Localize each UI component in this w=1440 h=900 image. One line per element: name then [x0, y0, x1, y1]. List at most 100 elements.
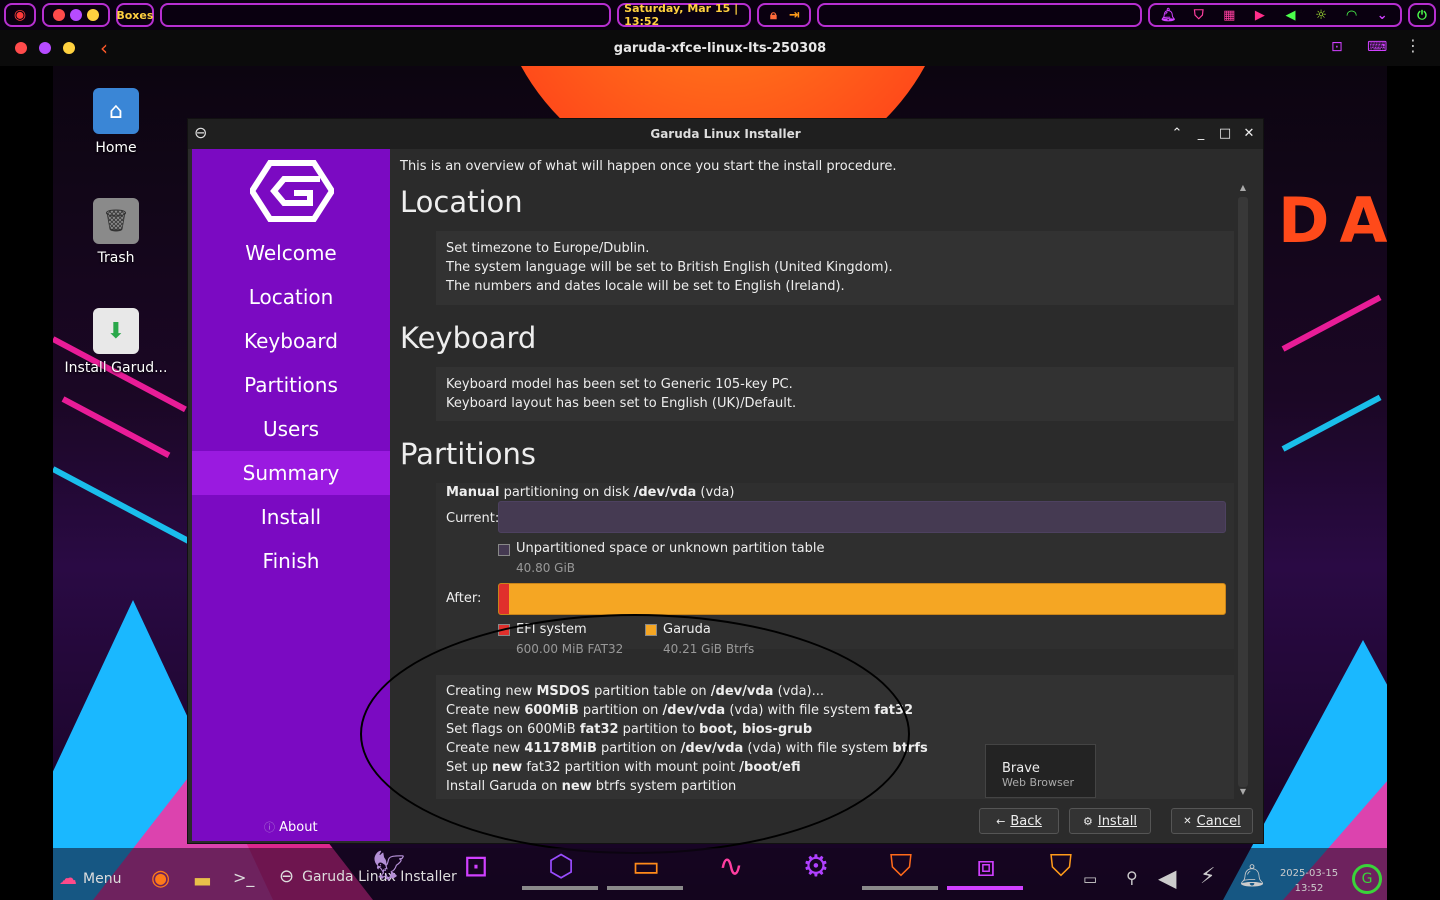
volume-tray-icon[interactable]: ◀	[1158, 864, 1176, 892]
efi-segment	[499, 584, 510, 614]
menu-label: Menu	[83, 870, 122, 887]
home-folder-icon: ⌂	[93, 88, 139, 134]
screenshot-icon[interactable]: ⊡	[1331, 39, 1343, 55]
about-button[interactable]: ⓘ About	[264, 819, 318, 835]
gear-icon: ⚙	[1082, 814, 1093, 828]
lock-icon[interactable]: 🔒︎	[765, 7, 781, 23]
terminal-small-icon[interactable]: >_	[233, 868, 254, 887]
kebab-menu-icon[interactable]: ⋮	[1405, 36, 1421, 55]
operation-line: Set up new fat32 partition with mount po…	[446, 760, 801, 775]
close-icon: ✕	[1183, 815, 1192, 827]
operation-line: Creating new MSDOS partition table on /d…	[446, 684, 825, 699]
guest-clock[interactable]: 2025-03-15 13:52	[1276, 866, 1342, 896]
garuda-logo-icon	[250, 160, 334, 222]
legend-unpartitioned-name: Unpartitioned space or unknown partition…	[516, 541, 825, 556]
maximize-dot-icon[interactable]	[86, 9, 99, 21]
garuda-logo-icon: ◉	[13, 7, 27, 23]
logout-icon[interactable]: ⇥	[786, 7, 802, 23]
window-list-icon[interactable]: ▭	[1083, 870, 1097, 888]
boxes-dock-icon[interactable]: ⧈	[963, 843, 1009, 889]
step-partitions: Partitions	[244, 373, 338, 397]
garuda-menu-icon: ☁	[59, 868, 77, 889]
settings-dock-icon[interactable]: ⚙	[793, 843, 839, 889]
activity-monitor-dock-icon[interactable]: ∿	[708, 843, 754, 889]
minimize-dot-icon[interactable]	[69, 9, 82, 21]
after-partition-bar	[498, 583, 1226, 615]
tooltip-title: Brave	[1002, 761, 1040, 776]
scroll-up-icon[interactable]: ▲	[1236, 183, 1250, 192]
wallpaper-stripe	[1281, 294, 1382, 352]
step-location: Location	[248, 285, 334, 309]
wifi-icon[interactable]: ◠	[1344, 7, 1360, 23]
section-heading-partitions: Partitions	[400, 437, 536, 471]
keyboard-icon[interactable]: ⌨	[1367, 39, 1387, 55]
keyboard-summary-box: Keyboard model has been set to Generic 1…	[436, 367, 1234, 421]
eagle-dock-icon[interactable]: 🦅︎	[366, 843, 412, 889]
brave-dock-icon[interactable]: ⛉	[878, 843, 924, 889]
volume-icon[interactable]: ◀	[1282, 7, 1298, 23]
vm-title: garuda-xfce-linux-lts-250308	[613, 40, 827, 56]
summary-scrollbar[interactable]: ▲ ▼	[1236, 183, 1250, 799]
folder-dock-icon[interactable]: ▭	[623, 843, 669, 889]
installer-titlebar[interactable]: ⊖ Garuda Linux Installer ⌃ _ □ ✕	[188, 119, 1263, 149]
scrollbar-thumb[interactable]	[1238, 197, 1248, 787]
wallpaper-stripe	[1281, 394, 1382, 452]
power-button[interactable]: ⏻	[1408, 3, 1437, 27]
desktop-icon-label: Home	[95, 140, 137, 156]
notifications-tray-icon[interactable]: 🔔︎	[1238, 864, 1266, 889]
brave-alt-dock-icon[interactable]: ⛉	[1038, 843, 1084, 889]
about-label: About	[279, 820, 318, 835]
trash-icon: 🗑︎	[93, 198, 139, 244]
summary-intro: This is an overview of what will happen …	[400, 159, 897, 174]
host-clock[interactable]: Saturday, Mar 15 | 13:52	[617, 2, 751, 28]
boxes-titlebar: ‹ garuda-xfce-linux-lts-250308 ⊡ ⌨ ⋮	[0, 30, 1440, 66]
brightness-icon[interactable]: ☼	[1313, 7, 1329, 23]
desktop-icon-home[interactable]: ⌂ Home	[61, 88, 171, 156]
desktop-icon-trash[interactable]: 🗑︎ Trash	[61, 198, 171, 266]
operation-line: Create new 41178MiB partition on /dev/vd…	[446, 741, 928, 756]
legend-swatch-garuda	[645, 624, 657, 636]
legend-garuda-size: 40.21 GiB Btrfs	[663, 642, 755, 656]
minimize-icon[interactable]: _	[1192, 125, 1210, 143]
tooltip-subtitle: Web Browser	[1002, 776, 1075, 789]
guest-time: 13:52	[1294, 883, 1324, 894]
step-keyboard: Keyboard	[243, 329, 338, 353]
scroll-down-icon[interactable]: ▼	[1236, 787, 1250, 796]
shield-icon[interactable]: ⛉	[1191, 7, 1207, 23]
partition-operations-box: Creating new MSDOS partition table on /d…	[436, 675, 1234, 799]
maximize-icon[interactable]: □	[1216, 125, 1234, 143]
desktop-icon-install-garuda[interactable]: ⬇ Install Garud...	[61, 308, 171, 376]
cancel-button[interactable]: ✕ Cancel	[1171, 808, 1253, 834]
close-icon[interactable]: ✕	[1240, 125, 1258, 143]
installer-download-icon: ⬇	[93, 308, 139, 354]
host-spacer-area	[816, 3, 1143, 27]
step-welcome: Welcome	[245, 241, 337, 265]
garuda-dock-icon[interactable]: ⬡	[538, 843, 584, 889]
power-manager-icon[interactable]: ⚡	[1200, 864, 1215, 889]
back-button[interactable]: ← Back	[979, 808, 1059, 834]
after-label: After:	[446, 591, 482, 606]
partitioning-mode-line: Manual partitioning on disk /dev/vda (vd…	[446, 485, 735, 500]
operation-line: Set flags on 600MiB fat32 partition to b…	[446, 722, 813, 737]
play-icon[interactable]: ▶	[1252, 7, 1268, 23]
files-icon[interactable]: ▬	[193, 868, 212, 892]
current-label: Current:	[446, 511, 500, 526]
garuda-menu-button[interactable]: ◉	[4, 3, 36, 27]
menu-button[interactable]: ☁ Menu	[59, 868, 121, 889]
shade-icon[interactable]: ⌃	[1168, 125, 1186, 143]
current-partition-bar	[498, 501, 1226, 533]
garuda-update-icon[interactable]: G	[1352, 864, 1382, 894]
desktop-icon-label: Install Garud...	[64, 360, 168, 376]
calendar-icon[interactable]: ▦	[1221, 7, 1237, 23]
active-app-label[interactable]: Boxes	[115, 3, 154, 27]
notification-bell-icon[interactable]: 🔔︎	[1160, 7, 1177, 23]
terminal-dock-icon[interactable]: ⊡	[453, 843, 499, 889]
wallpaper-banner-text: DA	[1278, 184, 1387, 257]
chevron-down-icon[interactable]: ⌄	[1374, 7, 1390, 23]
close-dot-icon[interactable]	[52, 9, 65, 21]
session-pill: 🔒︎ ⇥	[756, 3, 811, 27]
firefox-icon[interactable]: ◉	[151, 866, 170, 891]
location-pin-icon[interactable]: ⚲	[1126, 868, 1138, 887]
install-button[interactable]: ⚙ Install	[1069, 808, 1151, 834]
info-icon: ⓘ	[264, 821, 275, 834]
